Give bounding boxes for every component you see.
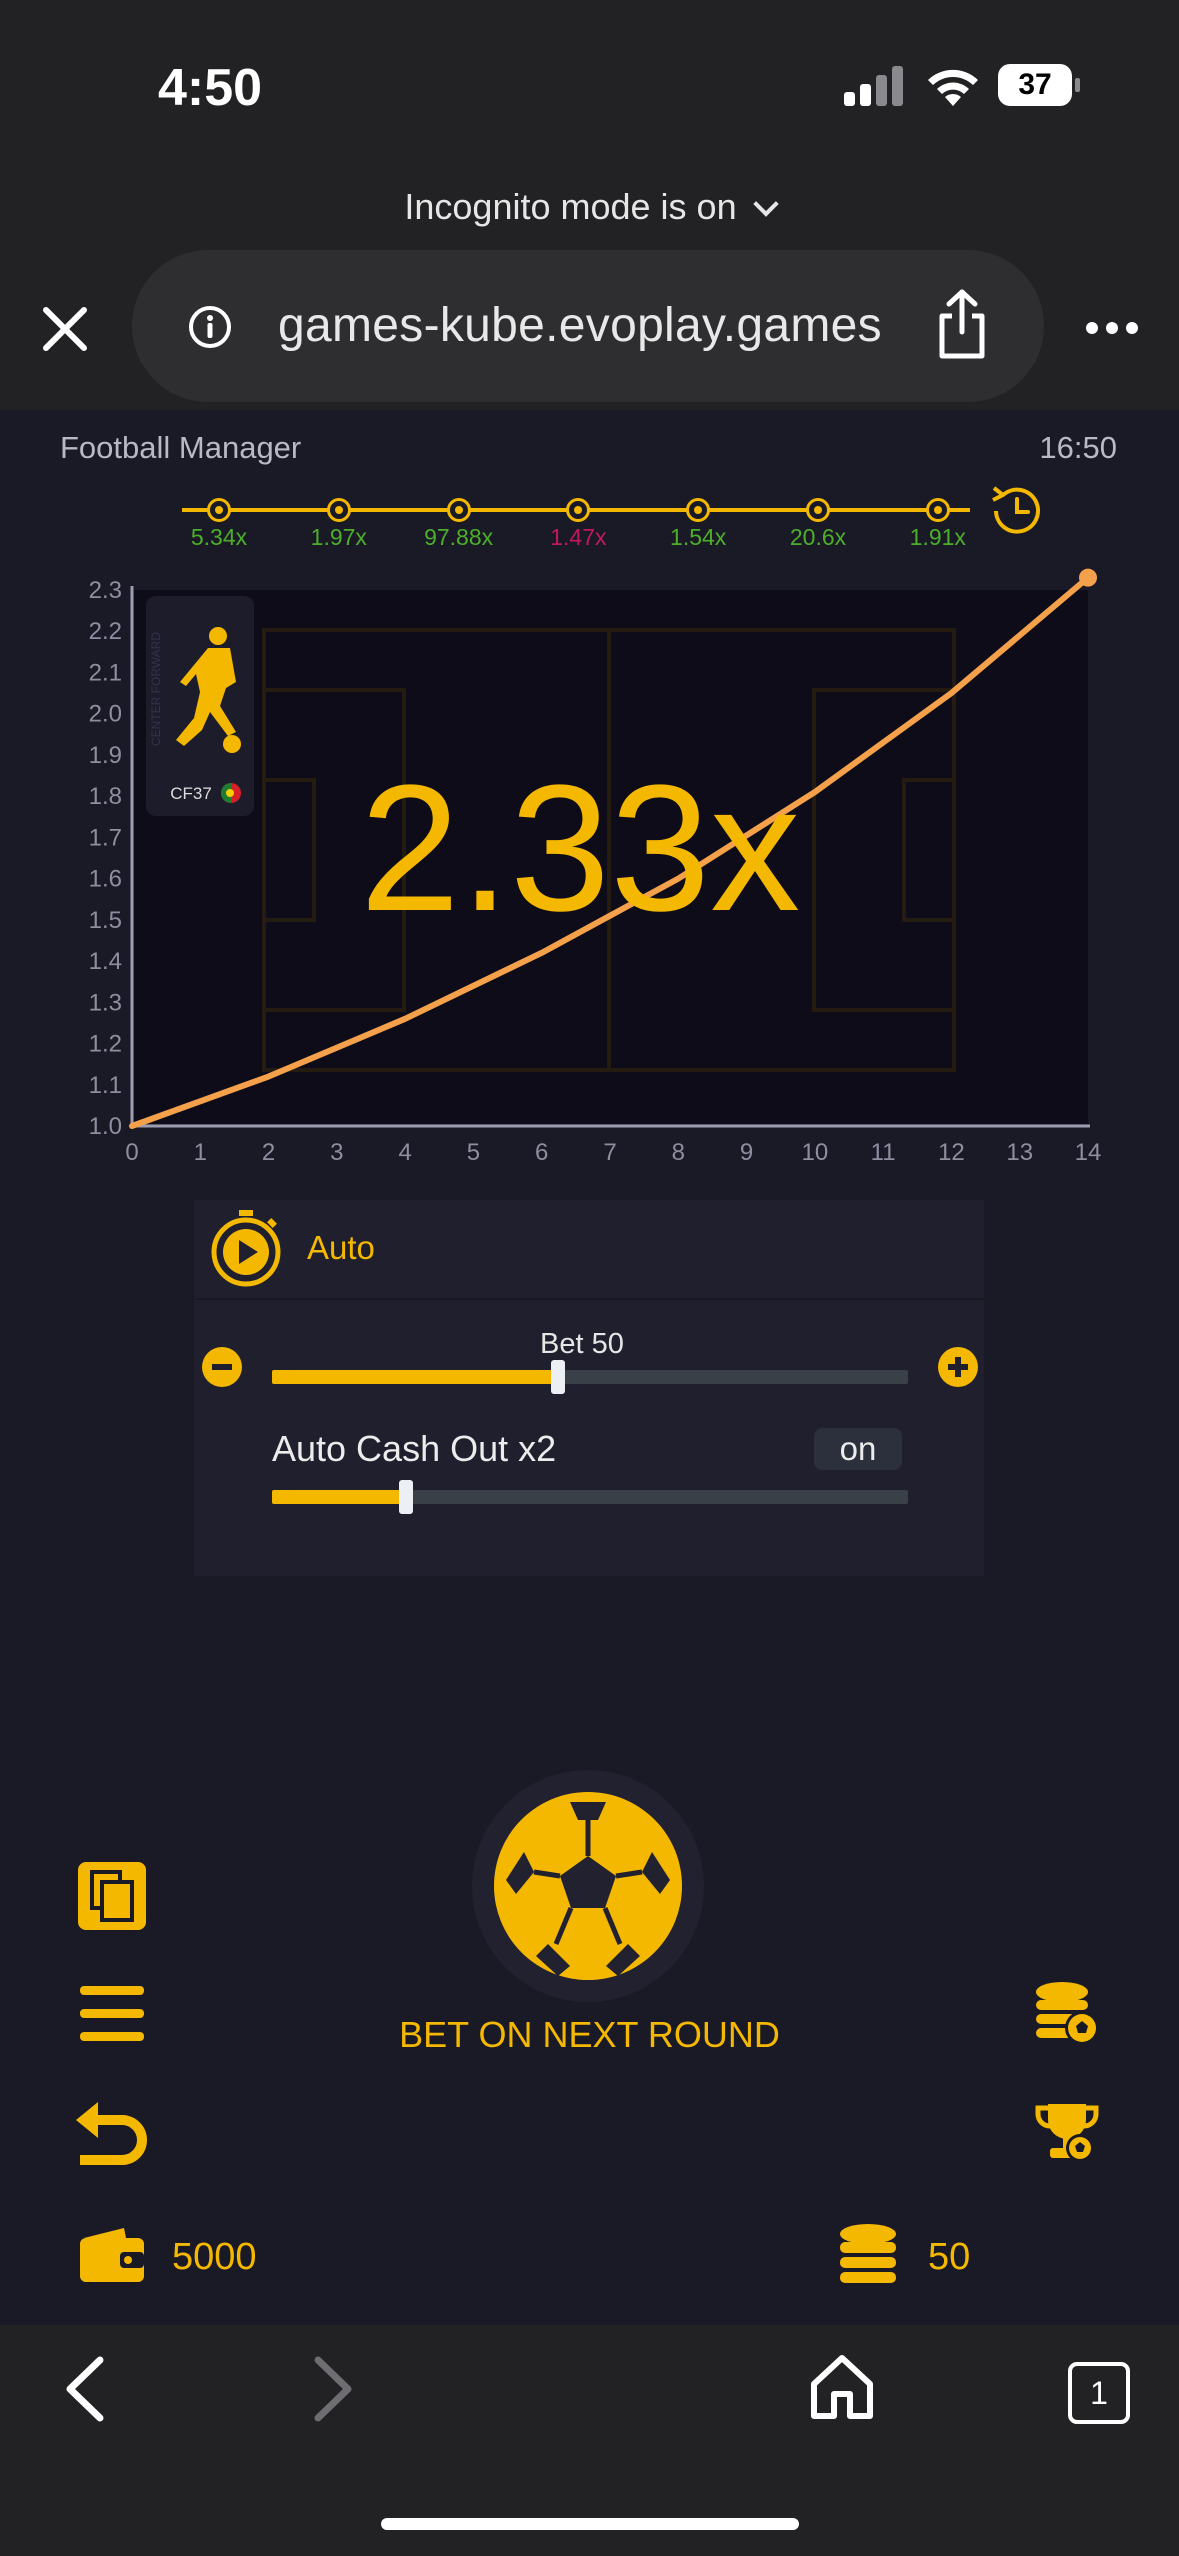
balance-amount: 5000: [172, 2236, 257, 2278]
bet-increase-icon[interactable]: [938, 1347, 978, 1387]
x-tick-label: 4: [398, 1139, 411, 1166]
bet-decrease-icon[interactable]: [202, 1347, 242, 1387]
url-text: games-kube.evoplay.games: [278, 299, 882, 352]
bet-next-round-label[interactable]: BET ON NEXT ROUND: [0, 2014, 1179, 2056]
y-tick-label: 1.1: [89, 1072, 122, 1099]
auto-label: Auto: [307, 1229, 375, 1266]
status-time: 4:50: [158, 59, 263, 117]
auto-cashout-toggle[interactable]: on: [814, 1428, 902, 1470]
history-marker: [686, 498, 711, 522]
auto-cashout-slider[interactable]: [272, 1480, 908, 1514]
auto-cashout-label: Auto Cash Out x2: [272, 1428, 557, 1469]
history-marker: [806, 498, 830, 522]
y-tick-label: 1.9: [89, 742, 122, 769]
forward-arrow-icon[interactable]: [310, 2356, 358, 2422]
coins-ball-icon[interactable]: [1034, 1980, 1100, 2046]
bet-ball-button[interactable]: [470, 1768, 706, 2004]
football-player-icon: CENTER FORWARD: [149, 627, 241, 753]
incognito-text: Incognito mode is on: [404, 186, 737, 227]
x-tick-label: 9: [740, 1139, 753, 1166]
y-tick-label: 1.0: [89, 1113, 122, 1140]
battery-tip: [1075, 78, 1080, 92]
history-clock-icon[interactable]: [986, 480, 1048, 542]
player-position-text: CENTER FORWARD: [149, 632, 163, 746]
battery-icon: 37: [998, 64, 1072, 106]
history-marker: [207, 498, 231, 522]
y-tick-label: 1.6: [89, 866, 122, 893]
y-tick-label: 2.2: [89, 618, 122, 645]
x-tick-label: 3: [330, 1139, 343, 1166]
history-marker: [446, 498, 471, 522]
wifi-icon: [928, 69, 978, 106]
x-tick-label: 13: [1006, 1139, 1033, 1166]
y-tick-label: 2.3: [89, 577, 122, 604]
y-tick-label: 1.2: [89, 1031, 122, 1058]
menu-icon[interactable]: [80, 1986, 144, 2042]
close-tab-icon[interactable]: [40, 304, 90, 354]
portugal-flag-icon: [221, 783, 241, 803]
auto-cashout-slider-handle[interactable]: [398, 1480, 413, 1514]
y-tick-label: 1.7: [89, 824, 122, 851]
history-multiplier: 1.97x: [310, 524, 367, 550]
x-tick-label: 0: [125, 1139, 138, 1166]
chevron-down-icon: [752, 191, 779, 217]
y-tick-label: 1.5: [89, 907, 122, 934]
x-tick-label: 14: [1075, 1139, 1102, 1166]
bet-slider-fill: [272, 1370, 559, 1384]
history-marker: [925, 498, 950, 522]
x-tick-label: 7: [603, 1139, 616, 1166]
rules-document-icon[interactable]: [78, 1862, 146, 1930]
x-tick-label: 11: [871, 1139, 896, 1166]
bet-slider-handle[interactable]: [551, 1360, 566, 1394]
current-multiplier: 2.33x: [359, 748, 801, 949]
y-tick-label: 1.8: [89, 783, 122, 810]
x-tick-label: 5: [467, 1139, 480, 1166]
history-multiplier: 97.88x: [424, 524, 494, 550]
battery-level: 37: [1018, 68, 1052, 101]
cellular-signal-icon: [844, 66, 903, 106]
x-tick-label: 2: [262, 1139, 275, 1166]
tabs-button[interactable]: 1: [1068, 2362, 1130, 2424]
auto-cashout-slider-fill: [272, 1490, 406, 1504]
y-tick-label: 1.3: [89, 989, 122, 1016]
history-marker: [326, 498, 351, 522]
x-tick-label: 1: [194, 1139, 207, 1166]
more-menu-icon[interactable]: [1084, 320, 1140, 336]
curve-endpoint: [1079, 568, 1097, 587]
bet-slider[interactable]: [272, 1360, 908, 1394]
home-indicator: [381, 2518, 799, 2530]
x-tick-label: 8: [672, 1139, 685, 1166]
history-multiplier: 1.54x: [670, 524, 727, 550]
game-title: Football Manager: [60, 430, 302, 465]
home-icon[interactable]: [810, 2354, 874, 2420]
stopwatch-play-icon: [211, 1210, 281, 1287]
history-multiplier: 20.6x: [789, 524, 847, 550]
x-tick-label: 12: [938, 1139, 965, 1166]
y-tick-label: 2.1: [89, 659, 122, 686]
back-arrow-icon[interactable]: [60, 2356, 108, 2422]
trophy-icon[interactable]: [1034, 2100, 1100, 2166]
incognito-banner[interactable]: Incognito mode is on: [0, 186, 1179, 228]
share-icon[interactable]: [934, 288, 990, 360]
history-multiplier: 5.34x: [190, 524, 248, 550]
site-info-icon[interactable]: [187, 304, 233, 350]
x-tick-label: 6: [535, 1139, 548, 1166]
wallet-icon: [80, 2228, 144, 2282]
x-tick-label: 10: [802, 1139, 829, 1166]
coins-stack-icon: [840, 2224, 896, 2283]
undo-icon[interactable]: [72, 2098, 152, 2174]
history-multiplier: 1.47x: [550, 524, 607, 550]
history-multiplier: 1.91x: [909, 524, 966, 550]
y-tick-label: 2.0: [89, 701, 122, 728]
y-tick-label: 1.4: [89, 948, 122, 975]
game-time: 16:50: [1039, 430, 1117, 465]
stake-amount: 50: [928, 2236, 971, 2278]
bet-label: Bet 50: [540, 1328, 624, 1360]
